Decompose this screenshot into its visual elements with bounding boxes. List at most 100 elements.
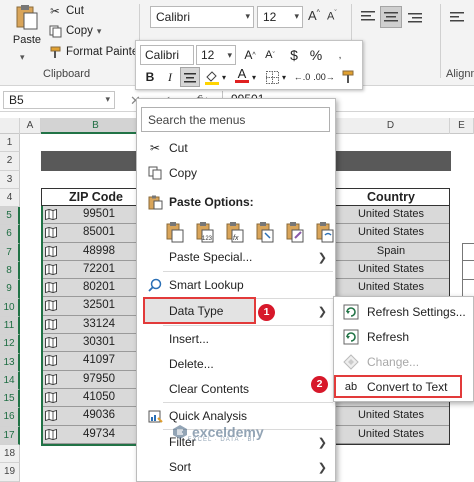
table-cell[interactable]: United States (333, 206, 449, 225)
table-cell[interactable]: United States (333, 279, 449, 298)
zip-code-header[interactable]: ZIP Code (41, 188, 151, 206)
paste-link-icon[interactable] (313, 220, 337, 244)
menu-item-data-type[interactable]: Data Type ❯ (137, 299, 335, 323)
font-size-select[interactable]: 12 ▾ (257, 6, 303, 28)
paste-dropdown-icon[interactable]: ▾ (20, 52, 25, 63)
row-header[interactable]: 19 (0, 463, 20, 482)
paste-button[interactable]: Paste (8, 4, 46, 50)
increase-font-icon[interactable]: A^ (240, 45, 260, 65)
mini-font-size-select[interactable]: 12 ▾ (196, 45, 236, 65)
increase-decimal-icon[interactable]: ←.0 (292, 67, 312, 87)
row-header[interactable]: 2 (0, 152, 20, 171)
table-cell[interactable]: 85001 (43, 224, 149, 243)
row-header[interactable]: 4 (0, 188, 20, 208)
geography-map-icon[interactable] (45, 245, 57, 257)
table-cell[interactable]: 72201 (43, 261, 149, 280)
geography-map-icon[interactable] (45, 428, 57, 440)
table-cell[interactable]: 30301 (43, 334, 149, 353)
table-cell[interactable]: 41050 (43, 389, 149, 408)
table-cell[interactable]: United States (333, 407, 449, 426)
geography-map-icon[interactable] (45, 209, 57, 220)
decrease-font-icon[interactable]: Aˇ (327, 10, 337, 23)
bold-button[interactable]: B (140, 67, 160, 87)
table-cell[interactable] (462, 261, 474, 280)
geography-map-icon[interactable] (45, 318, 57, 330)
table-cell[interactable]: 99501 (43, 206, 149, 225)
paste-formulas-icon[interactable]: fx (223, 220, 247, 244)
borders-button[interactable] (262, 67, 282, 87)
table-cell[interactable]: 49734 (43, 426, 149, 444)
paste-transpose-icon[interactable] (253, 220, 277, 244)
row-header[interactable]: 14 (0, 371, 20, 391)
table-cell[interactable]: 41097 (43, 352, 149, 371)
decrease-font-icon[interactable]: Aˇ (260, 45, 280, 65)
menu-item-refresh[interactable]: Refresh (334, 325, 473, 349)
currency-format-button[interactable]: $ (284, 45, 304, 65)
row-header[interactable]: 11 (0, 316, 20, 336)
geography-map-icon[interactable] (45, 282, 57, 294)
row-header[interactable]: 1 (0, 134, 20, 153)
geography-map-icon[interactable] (45, 355, 57, 367)
menu-search-input[interactable]: Search the menus (141, 107, 330, 132)
menu-item-change[interactable]: Change... (334, 350, 473, 374)
row-header[interactable]: 7 (0, 243, 20, 263)
zip-code-column[interactable]: 99501 85001 48998 72201 80201 32501 33124 30301… (41, 206, 151, 446)
increase-font-icon[interactable]: A^ (308, 8, 320, 23)
row-header[interactable]: 12 (0, 335, 20, 354)
menu-item-delete[interactable]: Delete... (137, 352, 335, 376)
comma-style-icon[interactable]: , (330, 45, 350, 65)
italic-button[interactable]: I (160, 67, 180, 87)
align-middle-button[interactable] (380, 6, 402, 28)
column-header-e[interactable]: E (450, 118, 474, 134)
select-all-corner[interactable] (0, 118, 20, 134)
align-bottom-button[interactable] (404, 6, 426, 28)
table-cell[interactable]: 80201 (43, 279, 149, 298)
center-align-button[interactable] (180, 67, 200, 87)
row-header[interactable]: 8 (0, 262, 20, 281)
menu-item-insert[interactable]: Insert... (137, 327, 335, 351)
paste-formatting-icon[interactable] (283, 220, 307, 244)
menu-item-clear-contents[interactable]: Clear Contents (137, 377, 335, 401)
country-header[interactable]: Country (332, 188, 450, 206)
table-cell[interactable]: 48998 (43, 243, 149, 261)
table-cell[interactable]: Spain (333, 243, 449, 261)
row-header[interactable]: 10 (0, 298, 20, 317)
row-header[interactable]: 13 (0, 353, 20, 372)
menu-item-refresh-settings[interactable]: Refresh Settings... (334, 300, 473, 324)
table-cell[interactable]: 33124 (43, 316, 149, 335)
copy-button[interactable]: Copy ▾ (48, 22, 101, 40)
chevron-down-icon[interactable]: ▾ (282, 73, 286, 82)
row-header[interactable]: 16 (0, 408, 20, 427)
chevron-down-icon[interactable]: ▾ (222, 73, 226, 82)
row-header[interactable]: 18 (0, 445, 20, 464)
table-cell[interactable]: United States (333, 261, 449, 280)
geography-map-icon[interactable] (45, 263, 57, 275)
column-header-a[interactable]: A (20, 118, 41, 134)
font-color-button[interactable]: A (232, 65, 252, 85)
percent-format-button[interactable]: % (306, 45, 326, 65)
paste-values-icon[interactable]: 123 (193, 220, 217, 244)
table-cell[interactable]: 32501 (43, 297, 149, 316)
font-name-select[interactable]: Calibri ▾ (150, 6, 254, 28)
geography-map-icon[interactable] (45, 337, 57, 349)
table-cell[interactable]: United States (333, 426, 449, 444)
row-header[interactable]: 17 (0, 426, 20, 446)
table-cell[interactable]: 49036 (43, 407, 149, 426)
row-header[interactable]: 15 (0, 390, 20, 409)
align-top-button[interactable] (357, 6, 379, 28)
name-box[interactable]: B5 ▾ (3, 91, 115, 109)
menu-item-cut[interactable]: ✂ Cut (137, 136, 335, 160)
column-header-d[interactable]: D (332, 118, 450, 134)
menu-item-smart-lookup[interactable]: Smart Lookup (137, 273, 335, 297)
format-painter-button[interactable]: Format Painter (48, 43, 142, 61)
geography-map-icon[interactable] (45, 410, 57, 422)
table-cell[interactable] (462, 243, 474, 262)
cut-button[interactable]: ✂ Cut (48, 2, 84, 20)
align-left-button[interactable] (446, 6, 468, 28)
row-header[interactable]: 6 (0, 225, 20, 244)
menu-item-copy[interactable]: Copy (137, 161, 335, 185)
table-cell[interactable]: United States (333, 224, 449, 243)
fill-color-button[interactable] (202, 67, 222, 87)
geography-map-icon[interactable] (45, 300, 57, 312)
row-header[interactable]: 5 (0, 207, 20, 226)
